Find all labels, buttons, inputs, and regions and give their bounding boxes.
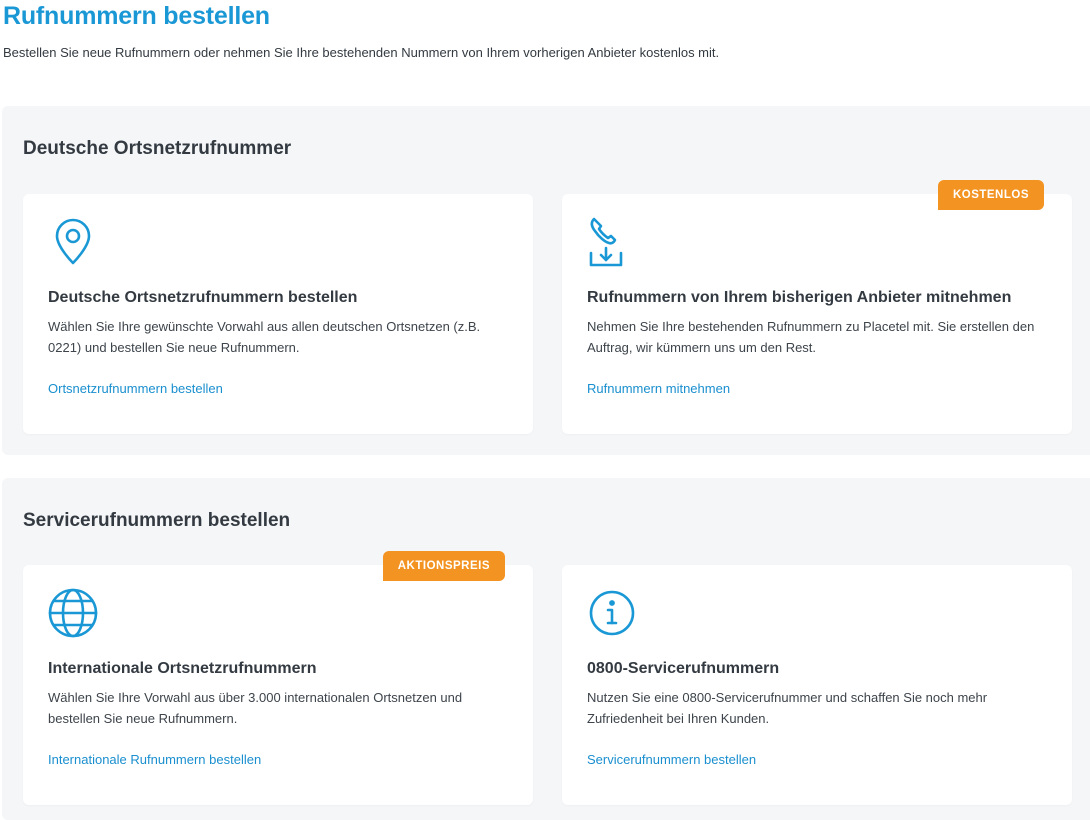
card-order-local-numbers: Deutsche Ortsnetzrufnummern bestellen Wä… bbox=[23, 194, 533, 434]
order-international-numbers-link[interactable]: Internationale Rufnummern bestellen bbox=[48, 752, 261, 767]
order-local-numbers-link[interactable]: Ortsnetzrufnummern bestellen bbox=[48, 381, 223, 396]
section-title: Servicerufnummern bestellen bbox=[23, 510, 291, 531]
section-local-numbers: Deutsche Ortsnetzrufnummer Deutsche Orts… bbox=[2, 106, 1090, 455]
free-badge: KOSTENLOS bbox=[937, 180, 1044, 210]
info-icon bbox=[586, 587, 638, 639]
card-port-numbers: KOSTENLOS Rufnummern von Ihrem bisherige… bbox=[562, 180, 1072, 434]
page-title: Rufnummern bestellen bbox=[3, 2, 270, 30]
page: Rufnummern bestellen Bestellen Sie neue … bbox=[0, 0, 1090, 820]
order-service-numbers-link[interactable]: Servicerufnummern bestellen bbox=[587, 752, 756, 767]
phone-download-icon bbox=[586, 216, 638, 268]
promo-badge: AKTIONSPREIS bbox=[382, 551, 505, 581]
port-numbers-link[interactable]: Rufnummern mitnehmen bbox=[587, 381, 730, 396]
section-title: Deutsche Ortsnetzrufnummer bbox=[23, 138, 292, 159]
card-description: Wählen Sie Ihre Vorwahl aus über 3.000 i… bbox=[48, 690, 463, 726]
page-subtitle: Bestellen Sie neue Rufnummern oder nehme… bbox=[3, 45, 720, 60]
globe-icon bbox=[47, 587, 99, 639]
card-title: 0800-Servicerufnummern bbox=[587, 660, 780, 677]
card-description: Wählen Sie Ihre gewünschte Vorwahl aus a… bbox=[48, 319, 481, 355]
card-international-numbers: AKTIONSPREIS Internationale Ortsnetzrufn… bbox=[23, 551, 533, 805]
location-pin-icon bbox=[47, 216, 99, 268]
card-title: Rufnummern von Ihrem bisherigen Anbieter… bbox=[587, 289, 1012, 306]
card-title: Internationale Ortsnetzrufnummern bbox=[48, 660, 317, 677]
card-description: Nehmen Sie Ihre bestehenden Rufnummern z… bbox=[587, 319, 1035, 355]
section-service-numbers: Servicerufnummern bestellen AKTIONSPREIS… bbox=[2, 478, 1090, 820]
card-description: Nutzen Sie eine 0800-Servicerufnummer un… bbox=[587, 690, 988, 726]
card-title: Deutsche Ortsnetzrufnummern bestellen bbox=[48, 289, 358, 306]
card-0800-numbers: 0800-Servicerufnummern Nutzen Sie eine 0… bbox=[562, 565, 1072, 805]
